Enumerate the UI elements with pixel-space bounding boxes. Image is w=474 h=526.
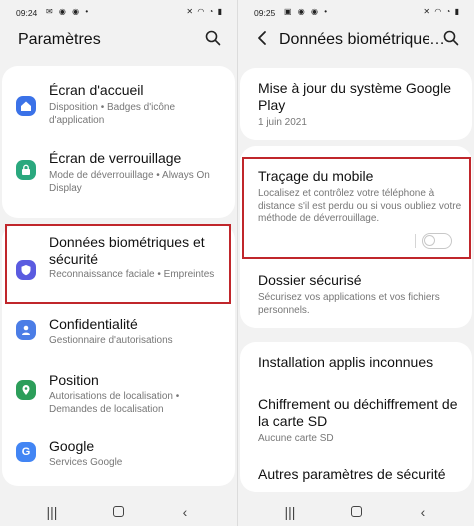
home-icon (16, 96, 36, 116)
notification-icons: ▣ ◉ ◉ • (284, 7, 329, 16)
privacy-icon (16, 320, 36, 340)
item-subtitle: Disposition • Badges d'icône d'applicati… (49, 102, 176, 126)
settings-card-1: Mise à jour du système Google Play 1 jui… (240, 68, 472, 140)
item-title: Installation applis inconnues (258, 354, 434, 370)
system-status-icons: ✕ ◠ ◔ ▮ (186, 7, 223, 16)
recents-button[interactable]: ||| (280, 503, 300, 521)
google-icon: G (16, 442, 36, 462)
back-arrow-icon[interactable] (252, 30, 272, 50)
settings-item-sd-card-encryption[interactable]: Chiffrement ou déchiffrement de la carte… (240, 396, 472, 448)
item-title: Écran d'accueil (49, 82, 144, 98)
notification-icons: ✉ ◉ ◉ • (46, 7, 91, 16)
settings-item-lock-screen[interactable]: Écran de verrouillage Mode de déverrouil… (2, 148, 235, 212)
status-bar: 09:25 ▣ ◉ ◉ • ✕ ◠ ◔ ▮ (238, 0, 474, 22)
settings-card-1: Écran d'accueil Disposition • Badges d'i… (2, 66, 235, 218)
settings-card-3: Installation applis inconnues Chiffremen… (240, 342, 472, 492)
system-status-icons: ✕ ◠ ◔ ▮ (423, 7, 460, 16)
lock-icon (16, 160, 36, 180)
item-subtitle: Services Google (49, 457, 123, 468)
settings-item-location[interactable]: Position Autorisations de localisation •… (2, 372, 235, 422)
status-time: 09:25 (254, 8, 276, 18)
item-title: Google (49, 438, 95, 454)
navigation-bar: ||| ‹ (238, 496, 474, 526)
home-button-icon (112, 506, 124, 517)
search-icon[interactable] (441, 30, 461, 50)
home-button-icon (350, 506, 362, 517)
item-title: Dossier sécurisé (258, 272, 362, 288)
status-time: 09:24 (16, 8, 38, 18)
item-title: Position (49, 372, 99, 388)
highlight-box (5, 224, 231, 304)
home-button[interactable] (108, 503, 128, 521)
settings-item-unknown-apps[interactable]: Installation applis inconnues (240, 354, 472, 378)
item-subtitle: Gestionnaire d'autorisations (49, 335, 173, 346)
page-title: Données biométrique (279, 31, 429, 48)
item-title: Autres paramètres de sécurité (258, 466, 446, 482)
navigation-bar: ||| ‹ (0, 496, 237, 526)
settings-item-google-play-update[interactable]: Mise à jour du système Google Play 1 jui… (240, 80, 472, 136)
item-title: Écran de verrouillage (49, 150, 182, 166)
page-title: Paramètres (18, 31, 101, 48)
settings-item-other-security[interactable]: Autres paramètres de sécurité (240, 466, 472, 488)
item-subtitle: Sécurisez vos applications et vos fichie… (258, 292, 440, 316)
status-bar: 09:24 ✉ ◉ ◉ • ✕ ◠ ◔ ▮ (0, 0, 237, 22)
biometrics-security-screen: 09:25 ▣ ◉ ◉ • ✕ ◠ ◔ ▮ Données biométriqu… (237, 0, 474, 526)
item-subtitle: Mode de déverrouillage • Always On Displ… (49, 170, 210, 194)
item-title: Mise à jour du système Google Play (258, 80, 451, 113)
settings-item-home-screen[interactable]: Écran d'accueil Disposition • Badges d'i… (2, 80, 235, 144)
search-icon[interactable] (203, 30, 223, 50)
settings-item-google[interactable]: G Google Services Google (2, 438, 235, 478)
item-subtitle: Autorisations de localisation • Demandes… (49, 391, 180, 415)
highlight-box (242, 157, 471, 259)
recents-button[interactable]: ||| (42, 503, 62, 521)
settings-item-secure-folder[interactable]: Dossier sécurisé Sécurisez vos applicati… (240, 272, 472, 322)
home-button[interactable] (346, 503, 366, 521)
settings-item-privacy[interactable]: Confidentialité Gestionnaire d'autorisat… (2, 316, 235, 356)
settings-screen: 09:24 ✉ ◉ ◉ • ✕ ◠ ◔ ▮ Paramètres Écran d… (0, 0, 237, 526)
location-icon (16, 380, 36, 400)
item-subtitle: Aucune carte SD (258, 433, 334, 444)
item-title: Confidentialité (49, 316, 138, 332)
item-title: Chiffrement ou déchiffrement de la carte… (258, 396, 458, 429)
back-button[interactable]: ‹ (175, 503, 195, 521)
back-button[interactable]: ‹ (413, 503, 433, 521)
item-subtitle: 1 juin 2021 (258, 117, 307, 128)
